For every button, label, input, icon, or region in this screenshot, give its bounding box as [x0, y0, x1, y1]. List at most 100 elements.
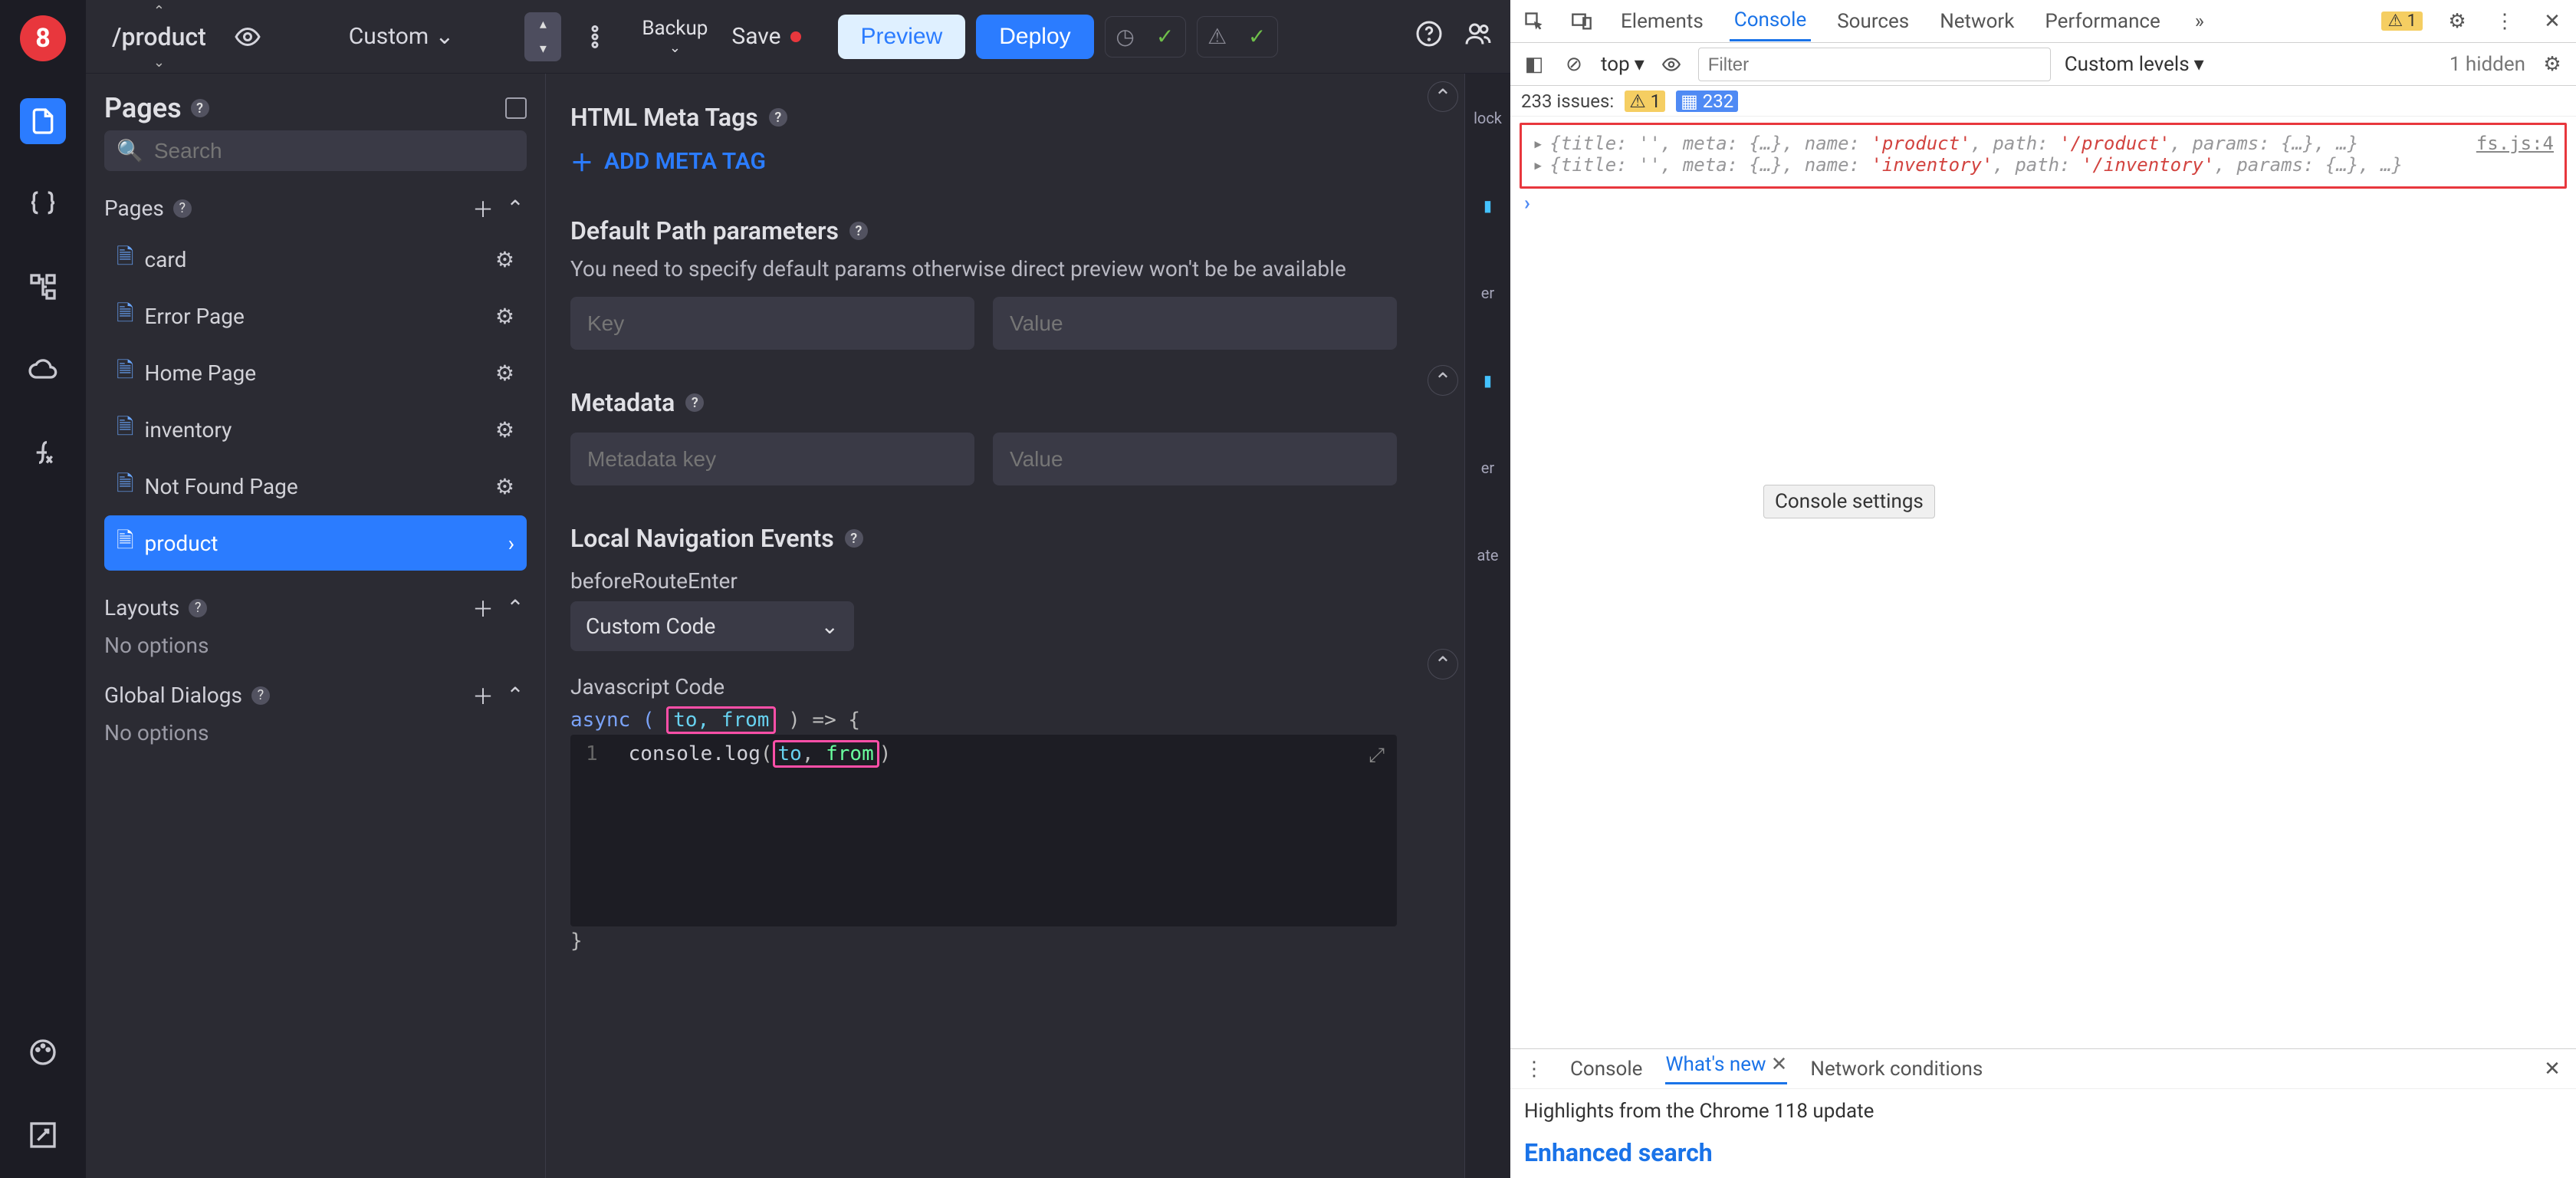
help-dot-icon[interactable]: ?	[769, 108, 787, 127]
metadata-value-input[interactable]	[1010, 447, 1380, 472]
size-stepper[interactable]: ▴ ▾	[524, 12, 561, 61]
brand-logo[interactable]: 8	[20, 15, 66, 61]
add-dialog-icon[interactable]: ＋	[472, 684, 495, 707]
tab-console[interactable]: Console	[1730, 1, 1811, 41]
collapse-toggle[interactable]: ⌃	[1428, 365, 1458, 396]
close-icon[interactable]: ✕	[1771, 1053, 1788, 1076]
warning-badge[interactable]: ⚠ 1	[2381, 12, 2423, 31]
inspect-icon[interactable]	[1521, 8, 1547, 35]
add-layout-icon[interactable]: ＋	[472, 597, 495, 620]
page-item-card[interactable]: 🗎 card ⚙	[104, 232, 527, 287]
path-key-field[interactable]	[570, 297, 974, 350]
drawer-tab-network-cond[interactable]: Network conditions	[1810, 1058, 1983, 1081]
path-value-input[interactable]	[1010, 311, 1380, 336]
search-input[interactable]	[154, 139, 514, 163]
deploy-button[interactable]: Deploy	[976, 15, 1093, 59]
code-editor[interactable]: 1 console.log(to, from) ⤢	[570, 735, 1397, 926]
action-type-select[interactable]: Custom Code ⌄	[570, 601, 854, 651]
add-page-icon[interactable]: ＋	[472, 197, 495, 220]
console-prompt-icon[interactable]: ›	[1520, 189, 2567, 218]
more-tabs-icon[interactable]: »	[2187, 8, 2213, 35]
expand-triangle-icon[interactable]: ▸	[1533, 133, 1543, 154]
tab-network[interactable]: Network	[1935, 2, 2019, 41]
page-item-inventory[interactable]: 🗎 inventory ⚙	[104, 402, 527, 457]
drawer-tab-console[interactable]: Console	[1570, 1058, 1642, 1081]
help-dot-icon[interactable]: ?	[849, 222, 868, 240]
page-item-notfound[interactable]: 🗎 Not Found Page ⚙	[104, 459, 527, 514]
status-warning[interactable]: ⚠ ✓	[1197, 16, 1278, 58]
function-icon[interactable]	[20, 429, 66, 475]
more-icon[interactable]	[572, 14, 618, 60]
pages-icon[interactable]	[20, 98, 66, 144]
team-icon[interactable]	[1464, 20, 1492, 53]
clear-console-icon[interactable]: ⊘	[1561, 51, 1587, 77]
help-dot-icon[interactable]: ?	[685, 393, 704, 412]
device-icon[interactable]	[1569, 8, 1595, 35]
live-expression-icon[interactable]	[1658, 51, 1684, 77]
path-key-input[interactable]	[587, 311, 958, 336]
console-filter-input[interactable]	[1708, 54, 2041, 76]
toggle-panel-icon[interactable]	[505, 97, 527, 119]
expand-triangle-icon[interactable]: ▸	[1533, 154, 1543, 176]
drawer-more-icon[interactable]: ⋮	[1521, 1056, 1547, 1082]
devtools-more-icon[interactable]: ⋮	[2492, 8, 2518, 35]
metadata-value-field[interactable]	[993, 433, 1397, 485]
gear-icon[interactable]: ⚙	[495, 247, 514, 272]
fullscreen-icon[interactable]	[20, 1112, 66, 1158]
backup-stepper[interactable]: Backup ⌄	[629, 17, 721, 56]
console-filter[interactable]	[1698, 48, 2051, 81]
log-row[interactable]: ▸ {title: '', meta: {…}, name: 'inventor…	[1533, 154, 2554, 176]
collapse-icon[interactable]: ⌃	[504, 197, 527, 220]
help-dot-icon[interactable]: ?	[251, 686, 270, 705]
metadata-key-field[interactable]	[570, 433, 974, 485]
collapse-icon[interactable]: ⌃	[504, 597, 527, 620]
gear-icon[interactable]: ⚙	[495, 360, 514, 386]
pages-search[interactable]: 🔍	[104, 130, 527, 171]
save-button[interactable]: Save	[731, 23, 800, 50]
page-item-product[interactable]: 🗎 product ›	[104, 515, 527, 571]
collapse-icon[interactable]: ⌃	[504, 684, 527, 707]
gear-icon[interactable]: ⚙	[495, 474, 514, 499]
breadcrumb[interactable]: /product	[104, 19, 214, 54]
tab-performance[interactable]: Performance	[2040, 2, 2164, 41]
tab-elements[interactable]: Elements	[1616, 2, 1708, 41]
drawer-tab-whatsnew[interactable]: What's new✕	[1665, 1053, 1787, 1084]
path-value-field[interactable]	[993, 297, 1397, 350]
context-select[interactable]: top ▾	[1601, 53, 1644, 76]
expand-icon[interactable]: ⤢	[1368, 744, 1385, 768]
gear-icon[interactable]: ⚙	[495, 304, 514, 329]
stepper-up-icon[interactable]: ▴	[524, 12, 561, 37]
gear-icon[interactable]: ⚙	[495, 417, 514, 443]
collapse-toggle[interactable]: ⌃	[1428, 649, 1458, 679]
devtools-settings-icon[interactable]: ⚙	[2444, 8, 2470, 35]
drawer-close-icon[interactable]: ✕	[2539, 1056, 2565, 1082]
stepper-down-icon[interactable]: ▾	[524, 37, 561, 61]
log-row[interactable]: ▸ {title: '', meta: {…}, name: 'product'…	[1533, 133, 2554, 154]
visibility-icon[interactable]	[225, 14, 271, 60]
log-levels-select[interactable]: Custom levels ▾	[2065, 53, 2204, 76]
console-settings-icon[interactable]: ⚙	[2539, 51, 2565, 77]
log-source-link[interactable]: fs.js:4	[2476, 133, 2554, 154]
breadcrumb-stepper[interactable]: ⌃ /product ⌄	[104, 3, 214, 71]
help-dot-icon[interactable]: ?	[191, 99, 209, 117]
metadata-key-input[interactable]	[587, 447, 958, 472]
tree-icon[interactable]	[20, 264, 66, 310]
page-item-error[interactable]: 🗎 Error Page ⚙	[104, 288, 527, 344]
tab-sources[interactable]: Sources	[1832, 2, 1914, 41]
viewport-dropdown[interactable]: Custom ⌄	[338, 17, 465, 56]
braces-icon[interactable]	[20, 181, 66, 227]
help-dot-icon[interactable]: ?	[189, 599, 207, 617]
help-icon[interactable]	[1415, 20, 1443, 53]
cloud-icon[interactable]	[20, 347, 66, 393]
add-meta-button[interactable]: ＋ ADD META TAG	[570, 144, 1397, 178]
issues-bar[interactable]: 233 issues: ⚠ 1 ▦ 232	[1510, 86, 2576, 117]
palette-icon[interactable]	[20, 1029, 66, 1075]
collapse-toggle[interactable]: ⌃	[1428, 81, 1458, 112]
help-dot-icon[interactable]: ?	[173, 199, 192, 218]
status-timer[interactable]: ◷ ✓	[1105, 16, 1186, 58]
sidebar-toggle-icon[interactable]: ◧	[1521, 51, 1547, 77]
devtools-close-icon[interactable]: ✕	[2539, 8, 2565, 35]
help-dot-icon[interactable]: ?	[845, 529, 863, 548]
preview-button[interactable]: Preview	[838, 15, 966, 59]
page-item-home[interactable]: 🗎 Home Page ⚙	[104, 345, 527, 400]
